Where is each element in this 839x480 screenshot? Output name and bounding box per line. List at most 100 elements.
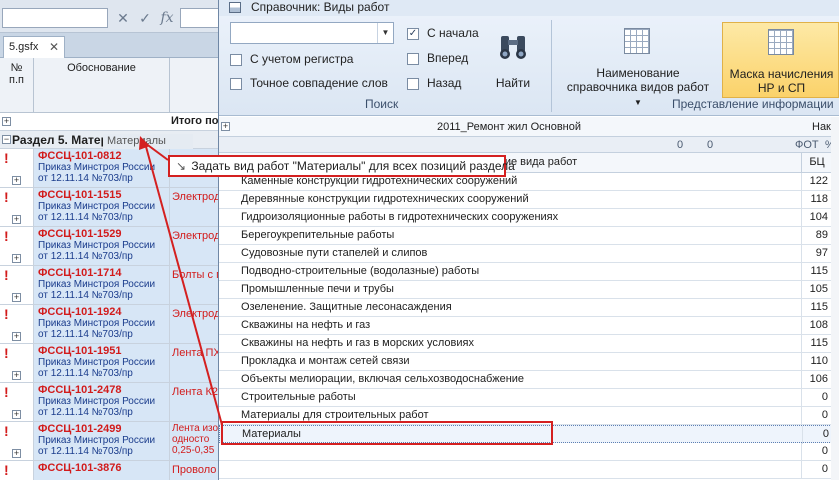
row-code: ФССЦ-101-2478 <box>38 384 122 396</box>
expand-icon[interactable]: + <box>12 293 21 302</box>
expand-icon[interactable]: + <box>12 371 21 380</box>
drag-arrow-icon: ↘ <box>176 159 187 173</box>
item-name: Подводно-строительные (водолазные) работ… <box>241 265 480 277</box>
list-item[interactable]: Судовозные пути стапелей и слипов 97 <box>219 245 839 263</box>
list-item[interactable]: Гидроизоляционные работы в гидротехничес… <box>219 209 839 227</box>
find-button[interactable]: Найти <box>489 26 537 96</box>
item-value: 110 <box>810 355 828 367</box>
table-row[interactable]: ! + ФССЦ-101-1515 Приказ Минстроя России от… <box>0 188 230 227</box>
subheader-fot: ФОТ <box>795 139 819 151</box>
names-button-line: Наименование <box>596 66 680 80</box>
work-types-names-button[interactable]: Наименование справочника видов работ ▼ <box>562 26 714 107</box>
expand-icon[interactable]: + <box>12 410 21 419</box>
binoculars-icon <box>500 36 526 59</box>
list-item[interactable]: 0 <box>219 461 839 479</box>
table-row[interactable]: ! + ФССЦ-101-1924 Приказ Минстроя России от… <box>0 305 230 344</box>
row-code: ФССЦ-101-2499 <box>38 423 122 435</box>
row-ref-date: от 12.11.14 №703/пр <box>38 446 133 457</box>
checkbox-box-checked[interactable]: ✓ <box>407 28 419 40</box>
item-name: Прокладка и монтаж сетей связи <box>241 355 410 367</box>
item-value: 0 <box>821 391 828 403</box>
list-item[interactable]: 0 <box>219 443 839 461</box>
col-num-header: № п.п <box>0 58 34 113</box>
expand-icon[interactable]: + <box>12 254 21 263</box>
item-value: 0 <box>822 428 829 440</box>
table-row[interactable]: ! ФССЦ-101-3876 Проволо <box>0 461 230 480</box>
expand-icon[interactable]: + <box>12 449 21 458</box>
list-item[interactable]: Скважины на нефть и газ в морских услови… <box>219 335 839 353</box>
checkbox-box[interactable] <box>407 78 419 90</box>
table-row[interactable]: ! + ФССЦ-101-2478 Приказ Минстроя России от… <box>0 383 230 422</box>
row-ref: Приказ Минстроя России <box>38 240 156 251</box>
checkbox-box[interactable] <box>230 54 242 66</box>
warning-icon: ! <box>4 384 9 400</box>
cell-address-input[interactable] <box>2 8 108 28</box>
expand-icon[interactable]: + <box>12 332 21 341</box>
vertical-scrollbar[interactable] <box>831 117 839 480</box>
item-name: Гидроизоляционные работы в гидротехничес… <box>241 211 559 223</box>
find-label: Найти <box>495 76 531 90</box>
collapse-icon[interactable]: − <box>2 135 11 144</box>
checkbox-label: Вперед <box>427 51 469 65</box>
overhead-mask-button[interactable]: Маска начисления НР и СП <box>722 22 839 98</box>
checkbox-box[interactable] <box>407 53 419 65</box>
search-input[interactable]: ▼ <box>230 22 394 44</box>
cancel-icon[interactable]: ✕ <box>114 9 132 27</box>
mask-grid-icon <box>768 29 794 55</box>
list-item[interactable]: Озеленение. Защитные лесонасаждения 115 <box>219 299 839 317</box>
row-ref: Приказ Минстроя России <box>38 279 156 290</box>
item-name: Промышленные печи и трубы <box>241 283 394 295</box>
work-types-dialog: Справочник: Виды работ ▼ С учетом регист… <box>218 0 839 480</box>
checkbox-box[interactable] <box>230 78 242 90</box>
item-value: 0 <box>821 409 828 421</box>
table-row[interactable]: ! + ФССЦ-101-1714 Приказ Минстроя России от… <box>0 266 230 305</box>
list-item[interactable]: Прокладка и монтаж сетей связи 110 <box>219 353 839 371</box>
col-bc-header[interactable]: БЦ <box>806 156 828 168</box>
list-item[interactable]: Подводно-строительные (водолазные) работ… <box>219 263 839 281</box>
estimate-rows: ! + ФССЦ-101-0812 Приказ Минстроя России от… <box>0 149 230 480</box>
document-tab[interactable]: 5.gsfx ✕ <box>3 36 65 58</box>
item-value: 0 <box>821 463 828 475</box>
chevron-down-icon[interactable]: ▼ <box>377 23 393 43</box>
list-item[interactable]: Промышленные печи и трубы 105 <box>219 281 839 299</box>
table-row[interactable]: ! + ФССЦ-101-1529 Приказ Минстроя России от… <box>0 227 230 266</box>
checkbox-label: Точное совпадение слов <box>250 76 388 90</box>
item-name: Деревянные конструкции гидротехнических … <box>241 193 529 205</box>
row-ref: Приказ Минстроя России <box>38 318 156 329</box>
expand-icon[interactable]: + <box>2 117 11 126</box>
row-ref: Приказ Минстроя России <box>38 435 156 446</box>
item-value: 105 <box>809 283 828 295</box>
subheader-value: 0 <box>707 139 714 151</box>
item-name: Скважины на нефть и газ <box>241 319 371 331</box>
total-row[interactable]: + Итого по <box>0 113 230 131</box>
names-button-text: справочника видов работ <box>566 80 710 94</box>
dialog-title: Справочник: Виды работ <box>251 0 390 14</box>
expand-icon[interactable]: + <box>12 215 21 224</box>
list-item[interactable]: Скважины на нефть и газ 108 <box>219 317 839 335</box>
table-icon <box>624 28 650 54</box>
confirm-icon[interactable]: ✓ <box>136 9 154 27</box>
list-item[interactable]: Берегоукрепительные работы 89 <box>219 227 839 245</box>
warning-icon: ! <box>4 228 9 244</box>
function-icon[interactable]: fx <box>158 9 176 27</box>
table-row[interactable]: ! + ФССЦ-101-2499 Приказ Минстроя России от… <box>0 422 230 461</box>
list-item[interactable]: Объекты мелиорации, включая сельхозводос… <box>219 371 839 389</box>
list-item[interactable]: Строительные работы 0 <box>219 389 839 407</box>
mask-button-label: Маска начисления НР и СП <box>723 67 839 95</box>
row-ref-date: от 12.11.14 №703/пр <box>38 407 133 418</box>
item-name: Скважины на нефть и газ в морских услови… <box>241 337 474 349</box>
list-item[interactable]: Деревянные конструкции гидротехнических … <box>219 191 839 209</box>
warning-icon: ! <box>4 306 9 322</box>
expand-icon[interactable]: + <box>12 176 21 185</box>
warning-icon: ! <box>4 150 9 166</box>
table-subheader: 0 0 ФОТ % <box>219 137 839 153</box>
dialog-ribbon: ▼ С учетом регистра Точное совпадение сл… <box>219 16 839 116</box>
checkbox-label: Назад <box>427 76 462 90</box>
row-ref-date: от 12.11.14 №703/пр <box>38 251 133 262</box>
close-icon[interactable]: ✕ <box>49 40 59 54</box>
row-ref: Приказ Минстроя России <box>38 201 156 212</box>
mask-button-line: Маска начисления <box>729 67 834 81</box>
row-code: ФССЦ-101-1951 <box>38 345 122 357</box>
total-label: Итого по <box>171 115 219 127</box>
table-row[interactable]: ! + ФССЦ-101-1951 Приказ Минстроя России от… <box>0 344 230 383</box>
